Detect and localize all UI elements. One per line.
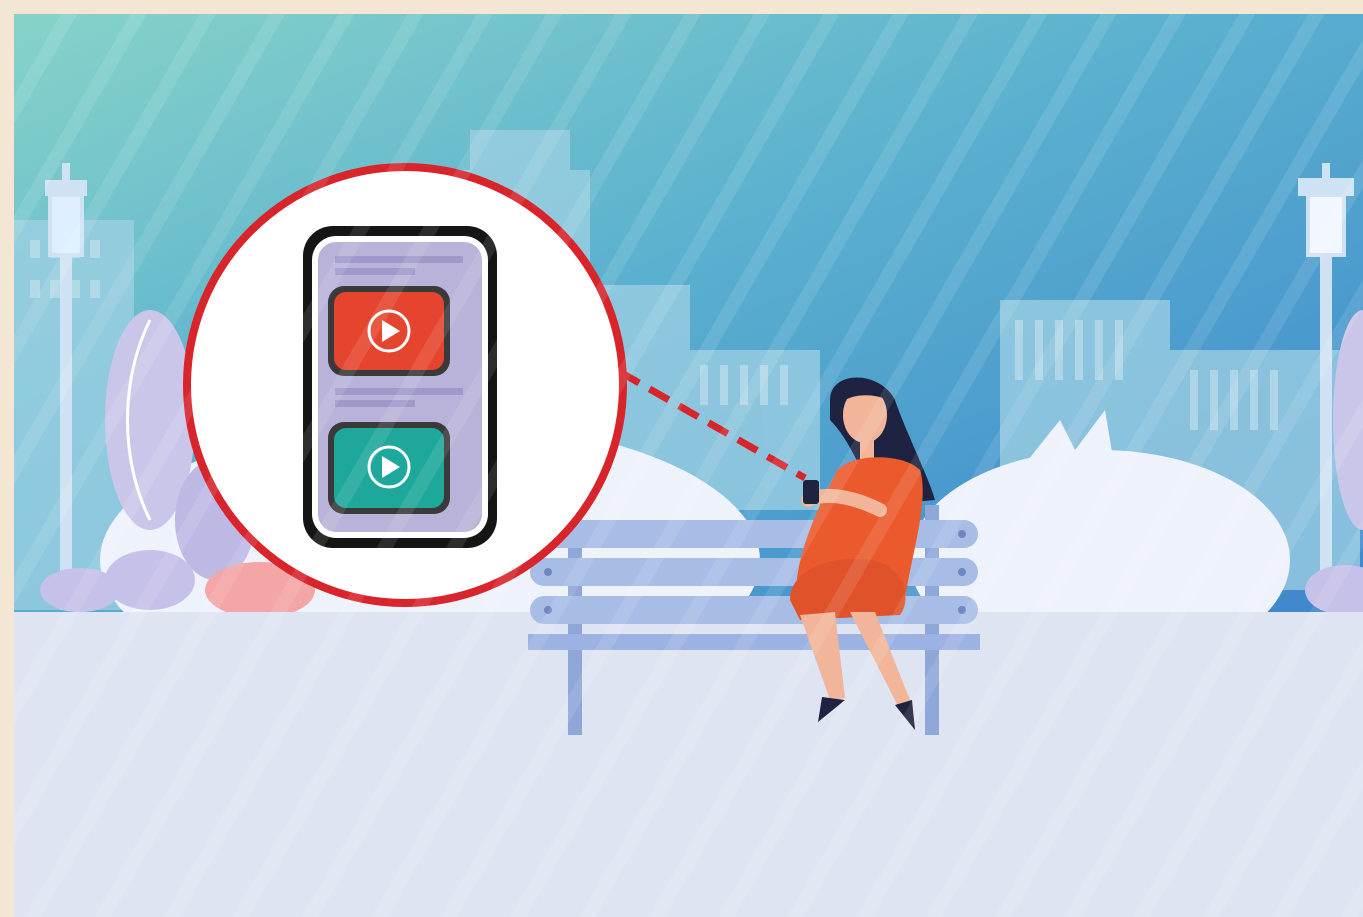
stripe-overlay xyxy=(14,14,1363,917)
illustration xyxy=(0,0,1363,917)
park-scene xyxy=(0,0,1363,917)
